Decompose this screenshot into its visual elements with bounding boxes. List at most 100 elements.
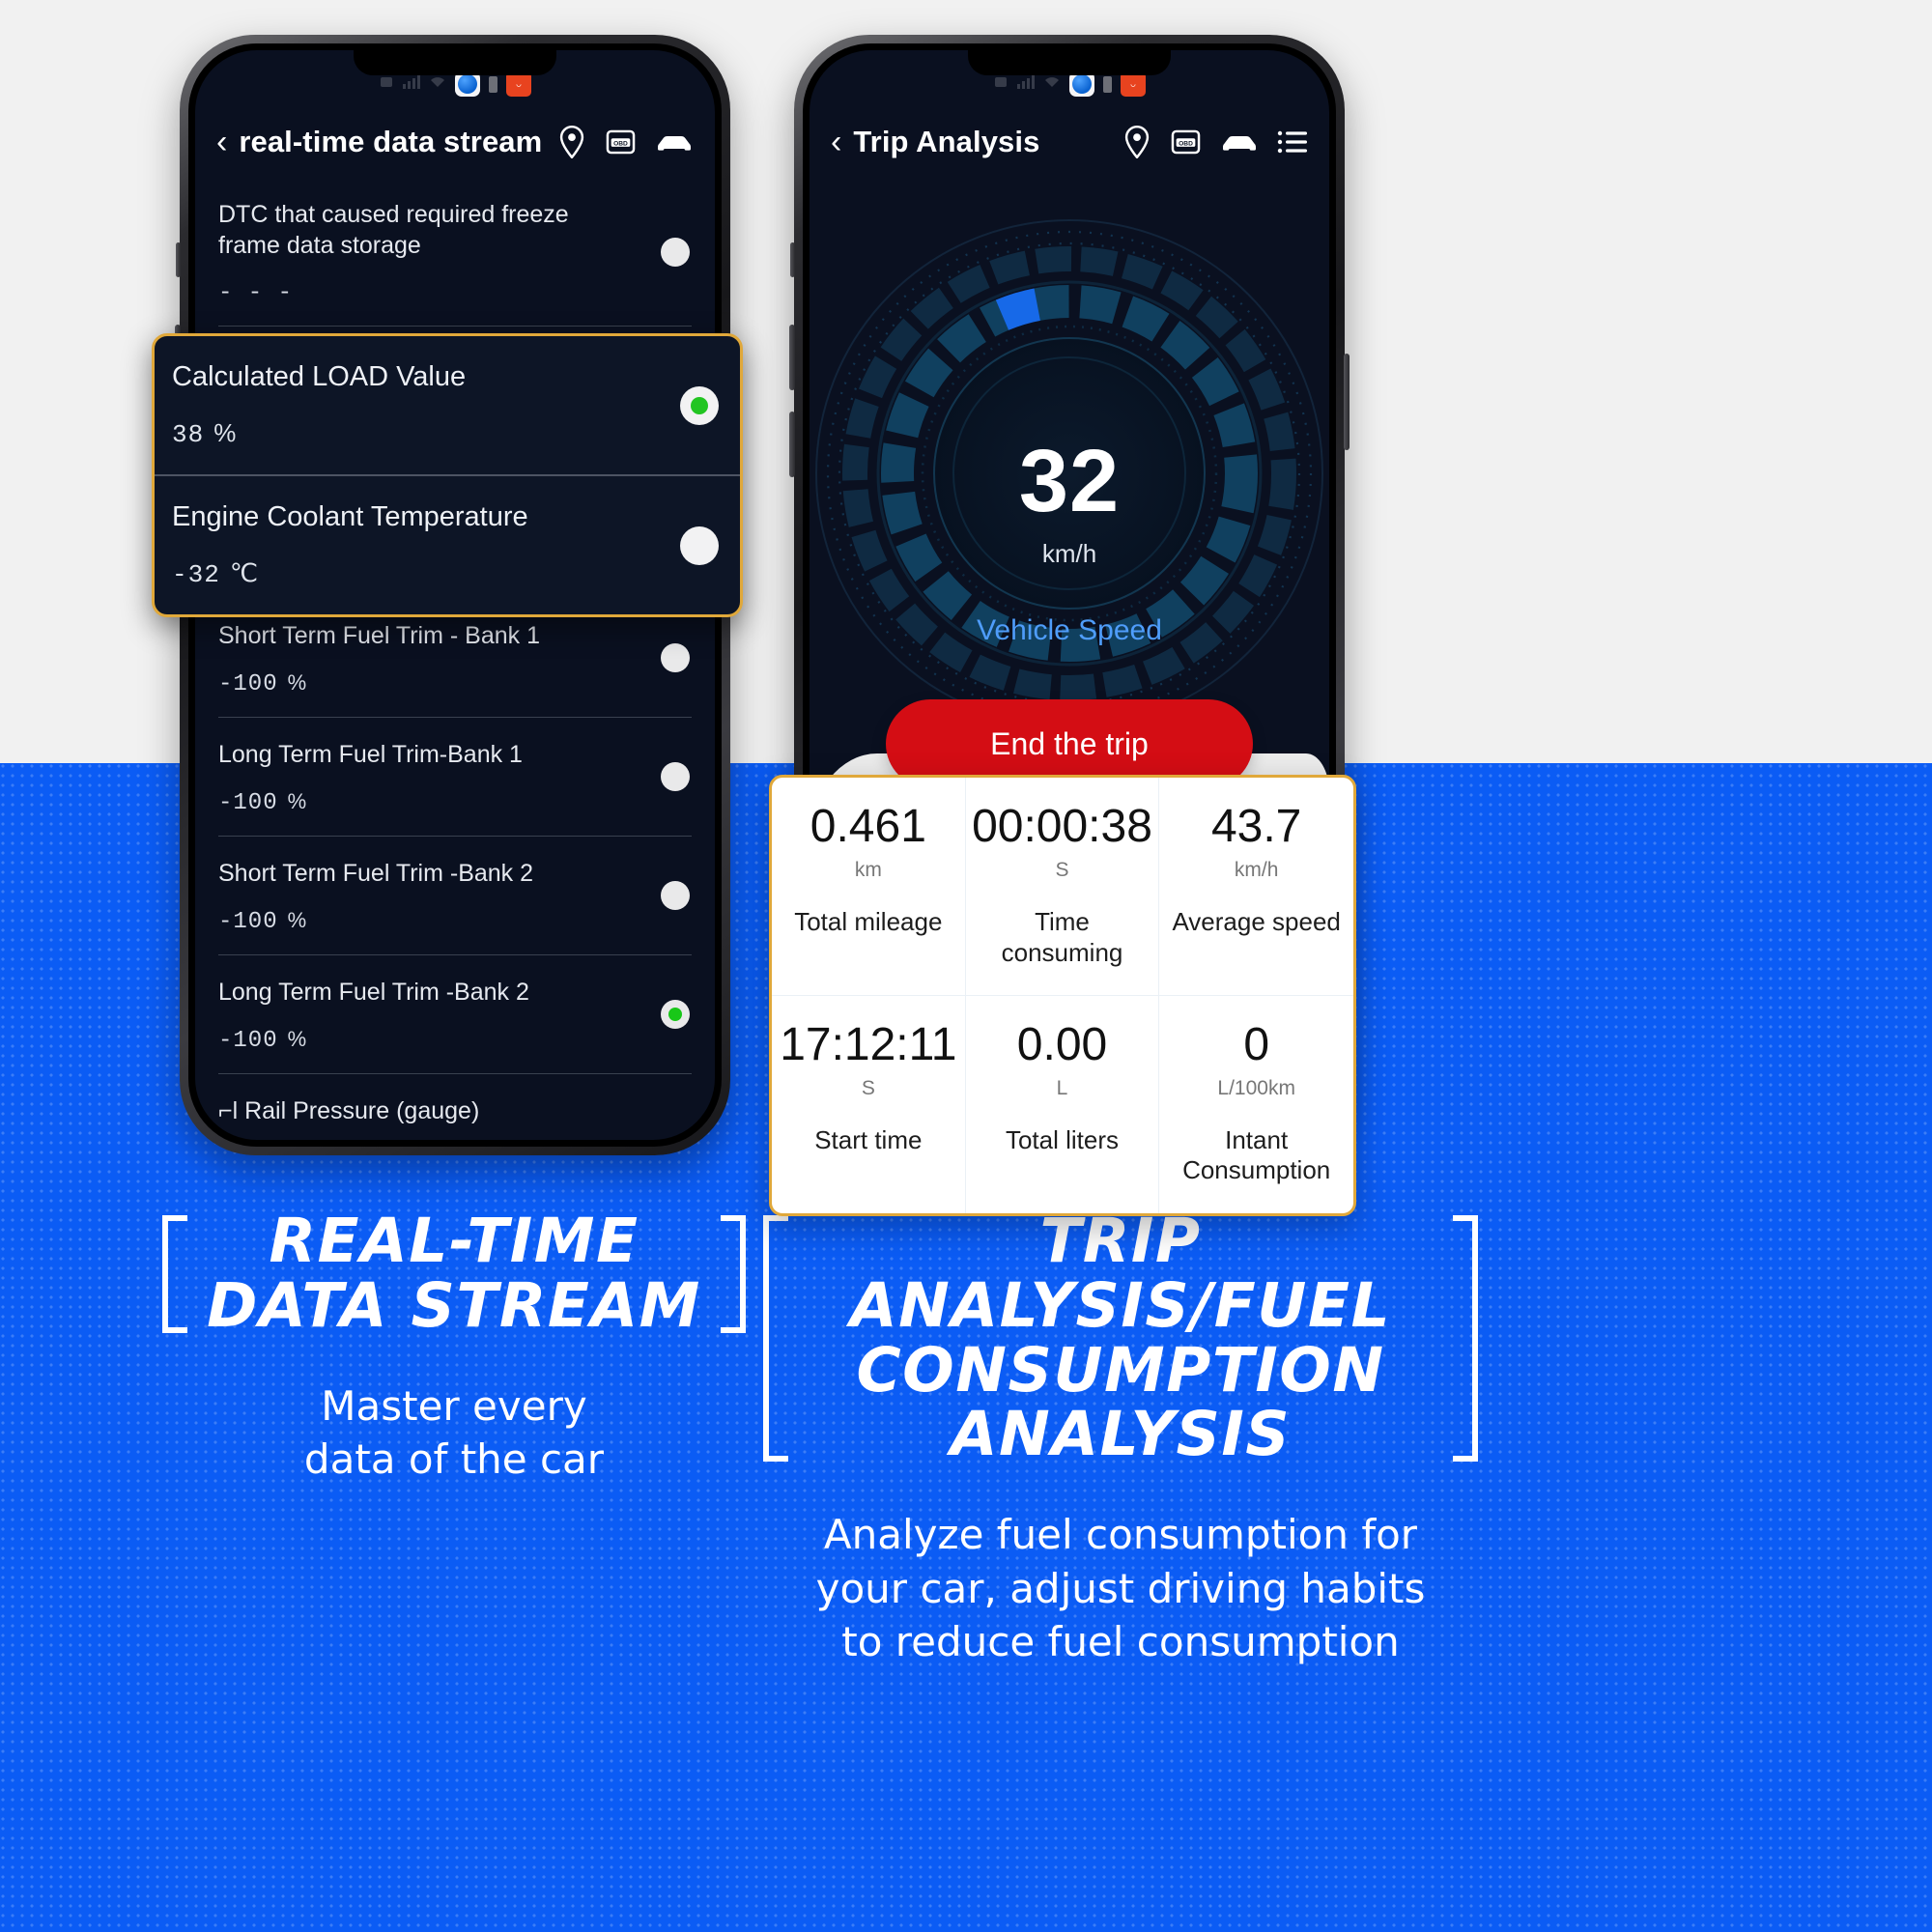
bracket-right-icon	[1453, 1215, 1478, 1463]
stat-cell[interactable]: 17:12:11 S Start time	[772, 995, 966, 1213]
highlight-popup-right: 0.461 km Total mileage 00:00:38 S Time c…	[769, 775, 1356, 1216]
left-header-actions: OBD	[557, 126, 694, 158]
status-dot[interactable]	[661, 643, 690, 672]
location-pin-icon[interactable]	[557, 126, 586, 158]
page-title: Trip Analysis	[853, 125, 1040, 158]
list-item[interactable]: Short Term Fuel Trim -Bank 2 -100%	[218, 837, 692, 955]
row-unit: %	[287, 789, 308, 813]
bracket-left-icon	[162, 1215, 188, 1333]
notch	[968, 50, 1171, 75]
stat-label: Total liters	[1005, 1125, 1120, 1155]
caption-right: TRIP ANALYSIS/FUEL CONSUMPTION ANALYSIS …	[763, 1206, 1478, 1668]
right-app-header: ‹ Trip Analysis OBD	[810, 106, 1329, 178]
stat-unit: S	[1055, 859, 1069, 882]
popup-row[interactable]: Engine Coolant Temperature -32 ℃	[155, 474, 740, 614]
status-dot[interactable]	[680, 526, 719, 565]
stat-cell[interactable]: 43.7 km/h Average speed	[1159, 778, 1353, 996]
row-value: -100%	[218, 1027, 308, 1054]
headline-line-1: REAL-TIME	[269, 1206, 639, 1276]
popup-label: Calculated LOAD Value	[172, 361, 467, 392]
stat-value: 0.461	[810, 801, 926, 852]
status-dot[interactable]	[661, 762, 690, 791]
caption-left: REAL-TIME DATA STREAM Master every data …	[126, 1206, 782, 1486]
signal-icon	[1017, 74, 1035, 94]
headline-left: REAL-TIME DATA STREAM	[162, 1206, 746, 1339]
stat-value: 43.7	[1210, 801, 1302, 852]
row-label: Short Term Fuel Trim - Bank 1	[218, 622, 540, 649]
sim-icon	[993, 74, 1009, 95]
status-dot[interactable]	[661, 237, 690, 267]
page-title: real-time data stream	[239, 125, 543, 158]
obd-icon[interactable]: OBD	[1170, 127, 1202, 157]
status-dot-active[interactable]	[661, 1000, 690, 1029]
list-item[interactable]: Long Term Fuel Trim-Bank 1 -100%	[218, 718, 692, 837]
car-icon[interactable]	[1220, 130, 1259, 154]
svg-text:OBD: OBD	[1179, 141, 1193, 148]
list-item[interactable]: ⌐l Rail Pressure (gauge)	[218, 1074, 692, 1140]
bracket-right-icon	[720, 1215, 746, 1333]
location-pin-icon[interactable]	[1122, 126, 1151, 158]
stat-cell[interactable]: 00:00:38 S Time consuming	[965, 778, 1160, 996]
bracket-left-icon	[763, 1215, 788, 1463]
battery-icon	[489, 75, 497, 93]
stat-label: Intant Consumption	[1182, 1125, 1331, 1185]
row-label: Short Term Fuel Trim -Bank 2	[218, 860, 534, 887]
row-value: -100%	[218, 908, 308, 935]
stat-label: Time consuming	[1001, 907, 1123, 967]
volume-up-button[interactable]	[789, 325, 795, 390]
signal-icon	[403, 74, 420, 94]
obd-icon[interactable]: OBD	[605, 127, 637, 157]
stat-value: 0.00	[1016, 1018, 1108, 1070]
headline-line-2: CONSUMPTION	[856, 1334, 1385, 1406]
stat-cell[interactable]: 0 L/100km Intant Consumption	[1159, 996, 1353, 1213]
highlight-popup-left: Calculated LOAD Value 38% Engine Coolant…	[152, 333, 743, 617]
popup-unit: %	[213, 418, 238, 447]
gauge-caption: Vehicle Speed	[977, 614, 1162, 646]
row-unit: %	[287, 1027, 308, 1051]
row-label: DTC that caused required freeze frame da…	[218, 201, 569, 259]
row-value: -100%	[218, 789, 308, 816]
chevron-left-icon[interactable]: ‹	[216, 126, 227, 158]
row-value: - - -	[218, 280, 294, 306]
stat-value: 00:00:38	[972, 801, 1152, 852]
status-dot-active[interactable]	[680, 385, 719, 425]
popup-unit: ℃	[229, 558, 260, 587]
chevron-left-icon[interactable]: ‹	[831, 126, 841, 158]
row-label: Long Term Fuel Trim-Bank 1	[218, 741, 523, 768]
stat-cell[interactable]: 0.461 km Total mileage	[772, 778, 966, 996]
mute-switch[interactable]	[176, 242, 181, 277]
stat-unit: L	[1056, 1077, 1068, 1100]
stat-value: 0	[1243, 1018, 1270, 1070]
popup-label: Engine Coolant Temperature	[172, 501, 528, 532]
gauge-readout: 32 km/h	[810, 437, 1329, 569]
list-item[interactable]: Long Term Fuel Trim -Bank 2 -100%	[218, 955, 692, 1074]
stat-label: Total mileage	[794, 907, 943, 937]
subtext-right: Analyze fuel consumption for your car, a…	[815, 1511, 1426, 1665]
status-dot[interactable]	[661, 881, 690, 910]
svg-text:OBD: OBD	[613, 141, 628, 148]
notch	[354, 50, 556, 75]
volume-down-button[interactable]	[789, 412, 795, 477]
stat-cell[interactable]: 0.00 L Total liters	[966, 995, 1160, 1213]
headline-line-3: ANALYSIS	[950, 1399, 1292, 1470]
row-value: -100%	[218, 670, 308, 697]
popup-row[interactable]: Calculated LOAD Value 38%	[155, 336, 740, 474]
stat-unit: L/100km	[1217, 1077, 1295, 1100]
headline-line-1: TRIP ANALYSIS/FUEL	[849, 1206, 1392, 1341]
stat-value: 17:12:11	[780, 1018, 957, 1070]
wifi-icon	[1043, 75, 1061, 93]
wifi-icon	[429, 75, 446, 93]
subtext-left: Master every data of the car	[303, 1381, 605, 1483]
car-icon[interactable]	[655, 130, 694, 154]
stat-unit: km	[854, 859, 882, 882]
list-item[interactable]: DTC that caused required freeze frame da…	[218, 178, 692, 327]
mute-switch[interactable]	[790, 242, 795, 277]
popup-value: -32 ℃	[172, 558, 260, 589]
row-unit: %	[287, 670, 308, 695]
left-app-header: ‹ real-time data stream OBD	[195, 106, 715, 178]
row-unit: %	[287, 908, 308, 932]
stat-unit: S	[861, 1077, 875, 1100]
row-label: Long Term Fuel Trim -Bank 2	[218, 979, 529, 1006]
power-button[interactable]	[1344, 354, 1350, 450]
list-icon[interactable]	[1277, 129, 1308, 155]
